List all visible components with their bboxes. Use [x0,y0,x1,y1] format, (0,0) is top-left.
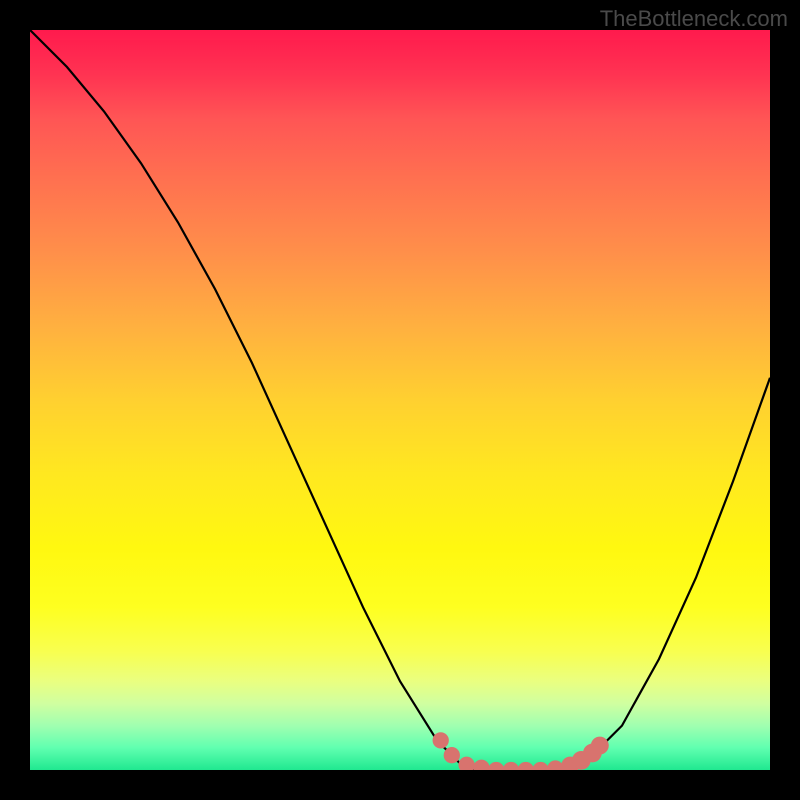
curve-marker [503,762,519,770]
curve-marker [433,732,449,748]
curve-marker [583,744,602,763]
curve-marker [458,757,474,770]
curve-markers [433,732,609,770]
chart-plot-area [30,30,770,770]
curve-marker [532,762,548,770]
watermark-text: TheBottleneck.com [600,6,788,32]
curve-marker [473,760,489,770]
curve-marker [591,737,609,755]
curve-marker [488,762,504,770]
curve-marker [572,751,591,770]
bottleneck-curve-line [30,30,770,770]
curve-marker [561,757,579,770]
chart-svg [30,30,770,770]
curve-marker [547,760,563,770]
curve-marker [518,762,534,770]
curve-marker [444,747,460,763]
